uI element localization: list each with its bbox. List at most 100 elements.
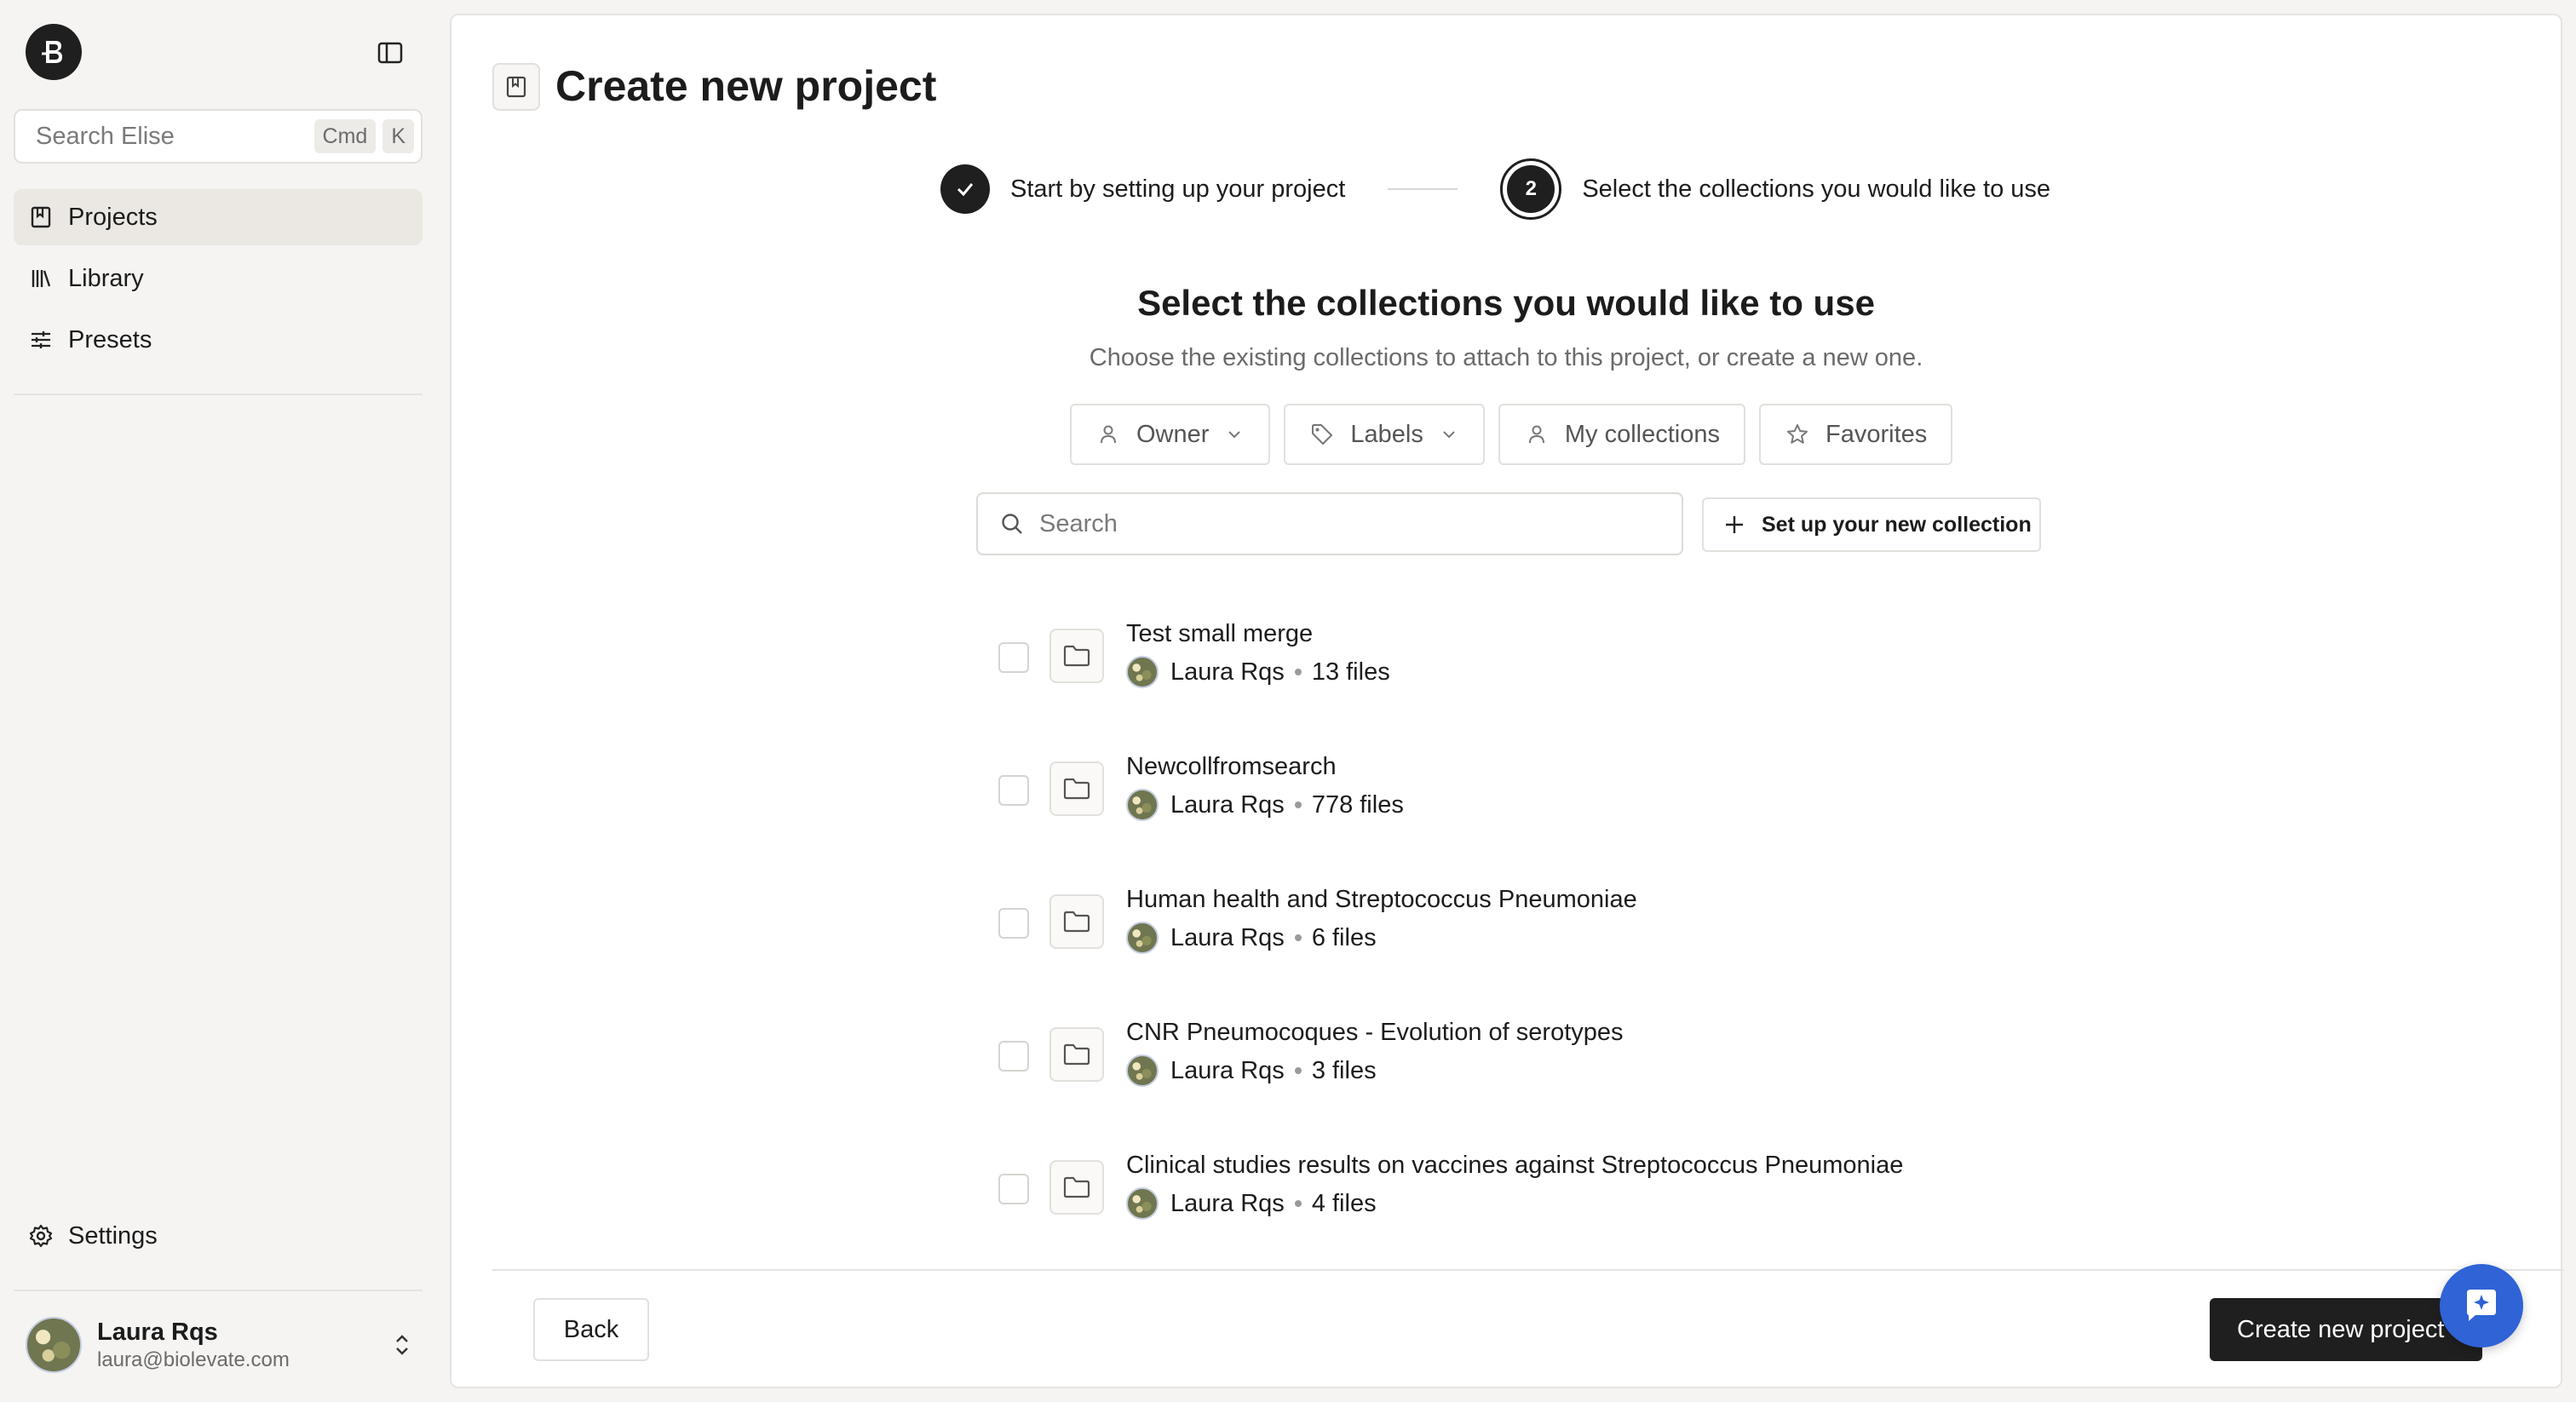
sidebar-search[interactable]: Search Elise Cmd K [14,109,423,164]
star-icon [1785,422,1810,447]
collection-checkbox[interactable] [998,1041,1029,1072]
step-connector [1388,188,1458,190]
step-current-badge: 2 [1500,158,1562,220]
chat-sparkle-icon [2467,1290,2496,1321]
collection-file-count: 6 files [1311,923,1377,951]
filter-label: Owner [1136,420,1210,448]
tag-icon [1309,422,1335,447]
list-item[interactable]: Human health and Streptococcus Pneumonia… [998,869,2106,1002]
collection-owner: Laura Rqs [1170,1056,1285,1084]
filter-owner[interactable]: Owner [1070,404,1271,465]
sidebar-divider [14,394,423,395]
bookmark-book-icon [492,63,540,111]
library-icon [27,265,55,292]
collection-checkbox[interactable] [998,908,1029,939]
list-item[interactable]: CNR Pneumocoques - Evolution of serotype… [998,1002,2106,1135]
section-subtitle: Choose the existing collections to attac… [1089,344,1923,371]
filter-labels[interactable]: Labels [1284,404,1485,465]
user-name: Laura Rqs [97,1318,218,1346]
avatar [1126,1187,1159,1220]
back-button[interactable]: Back [533,1298,649,1361]
sidebar: Search Elise Cmd K Projects Library Pres… [0,0,450,1402]
separator-dot [1294,669,1302,675]
sidebar-divider [14,1290,423,1291]
collection-name: Newcollfromsearch [1126,753,1337,780]
filter-bar: Owner Labels My collections Favorites [1070,404,1953,465]
step-done-badge [940,164,990,214]
collection-file-count: 4 files [1311,1189,1377,1217]
avatar [1126,1054,1159,1087]
collection-name: Test small merge [1126,620,1314,647]
sidebar-toggle-icon [377,42,403,64]
folder-icon [1049,761,1104,816]
gear-icon [27,1222,55,1250]
collection-name: CNR Pneumocoques - Evolution of serotype… [1126,1019,1624,1046]
list-item[interactable]: Newcollfromsearch Laura Rqs 778 files [998,736,2106,869]
collection-checkbox[interactable] [998,775,1029,806]
filter-my-collections[interactable]: My collections [1498,404,1746,465]
collection-search[interactable] [976,492,1683,555]
user-menu[interactable]: Laura Rqs laura@biolevate.com [26,1313,417,1376]
stepper: Start by setting up your project 2 Selec… [940,157,2050,221]
collection-name: Clinical studies results on vaccines aga… [1126,1152,1904,1179]
list-item[interactable]: Clinical studies results on vaccines aga… [998,1135,2106,1267]
folder-icon [1049,894,1104,949]
filter-favorites[interactable]: Favorites [1759,404,1953,465]
filter-label: My collections [1564,420,1721,448]
collection-owner: Laura Rqs [1170,658,1285,686]
app-logo[interactable] [26,24,82,80]
shortcut-k: K [382,119,414,153]
chat-assistant-button[interactable] [2440,1264,2523,1347]
separator-dot [1294,1200,1302,1207]
sliders-icon [27,326,55,353]
step-2-label: Select the collections you would like to… [1582,175,2051,203]
collection-owner: Laura Rqs [1170,1189,1285,1217]
collection-search-input[interactable] [1039,509,1682,538]
user-icon [1095,422,1121,447]
collection-checkbox[interactable] [998,1174,1029,1204]
collection-list: Test small merge Laura Rqs 13 files Newc… [998,603,2106,1267]
separator-dot [1294,1067,1302,1074]
footer-divider [492,1269,2564,1271]
collection-name: Human health and Streptococcus Pneumonia… [1126,886,1637,913]
logo-icon [42,41,62,63]
sidebar-item-projects[interactable]: Projects [14,189,423,245]
avatar [1126,656,1159,688]
main-panel: Create new project Start by setting up y… [450,14,2564,1388]
check-icon [957,183,974,197]
sidebar-item-label: Projects [68,203,158,231]
step-number: 2 [1507,165,1555,213]
chevron-down-icon [1224,424,1245,445]
collapse-sidebar-button[interactable] [375,37,405,68]
sidebar-item-library[interactable]: Library [14,250,423,307]
collection-owner: Laura Rqs [1170,923,1285,951]
sidebar-item-label: Library [68,264,144,292]
list-item[interactable]: Test small merge Laura Rqs 13 files [998,603,2106,736]
collection-file-count: 3 files [1311,1056,1377,1084]
page-title: Create new project [555,62,937,110]
folder-icon [1049,629,1104,683]
sidebar-search-placeholder: Search Elise [36,122,175,150]
collection-file-count: 13 files [1311,658,1390,686]
collection-file-count: 778 files [1311,790,1404,819]
new-collection-button[interactable]: Set up your new collection [1702,497,2041,552]
avatar [1126,789,1159,821]
plus-icon [1722,513,1746,537]
folder-icon [1049,1027,1104,1082]
avatar [26,1317,82,1373]
shortcut-cmd: Cmd [313,119,377,153]
separator-dot [1294,802,1302,808]
sidebar-item-settings[interactable]: Settings [14,1208,423,1264]
new-collection-label: Set up your new collection [1762,512,2032,537]
sidebar-item-presets[interactable]: Presets [14,312,423,368]
avatar [1126,922,1159,954]
section-title: Select the collections you would like to… [1137,283,1875,323]
sidebar-item-label: Presets [68,325,152,353]
collection-checkbox[interactable] [998,642,1029,673]
filter-label: Favorites [1826,420,1928,448]
bookmark-book-icon [27,204,55,231]
collection-owner: Laura Rqs [1170,790,1285,819]
chevron-down-icon [1439,424,1459,445]
settings-label: Settings [68,1221,158,1250]
filter-label: Labels [1350,420,1423,448]
